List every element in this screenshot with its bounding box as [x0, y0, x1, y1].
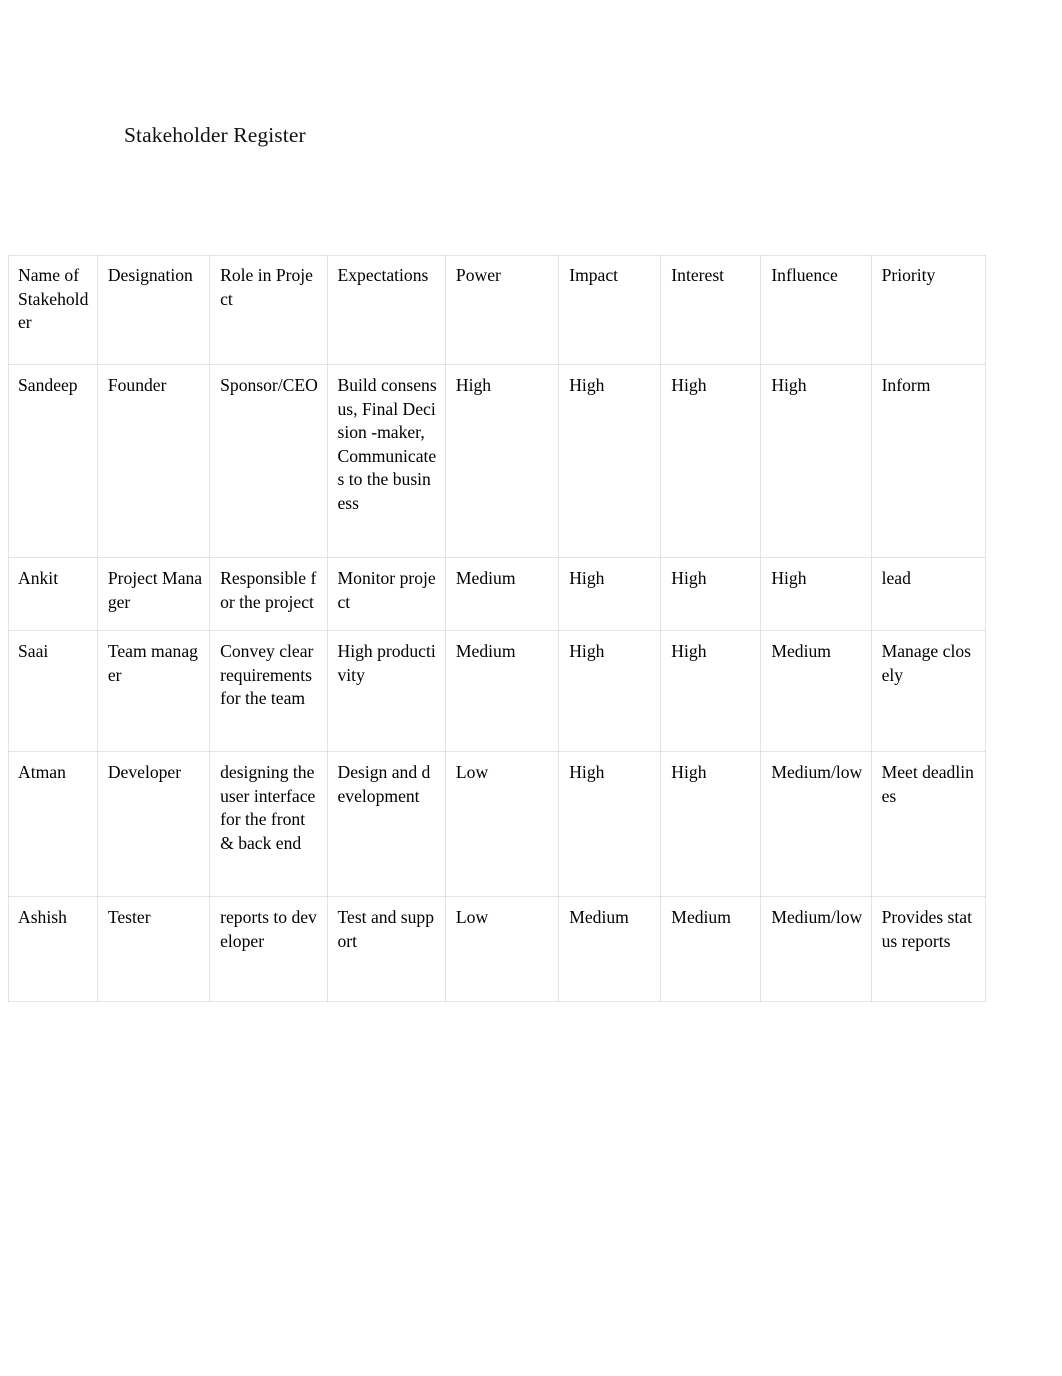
- document-page: Stakeholder Register Name of Stakeholder…: [0, 0, 1062, 1376]
- cell-priority: Manage closely: [871, 631, 986, 752]
- column-header-impact: Impact: [559, 255, 662, 365]
- table-row: Sandeep Founder Sponsor/CEO Build consen…: [8, 365, 986, 558]
- cell-name: Saai: [8, 631, 98, 752]
- cell-influence: Medium/low: [761, 752, 872, 897]
- cell-impact: High: [559, 365, 662, 558]
- cell-role: designing the user interface for the fro…: [210, 752, 328, 897]
- column-header-designation: Designation: [97, 255, 211, 365]
- cell-interest: High: [661, 558, 762, 631]
- cell-interest: High: [661, 752, 762, 897]
- column-header-power: Power: [445, 255, 560, 365]
- stakeholder-register-table-wrapper: Name of Stakeholder Designation Role in …: [8, 255, 986, 1002]
- column-header-role: Role in Project: [210, 255, 328, 365]
- cell-designation: Founder: [97, 365, 211, 558]
- table-row: Saai Team manager Convey clear requireme…: [8, 631, 986, 752]
- cell-impact: High: [559, 752, 662, 897]
- cell-interest: High: [661, 365, 762, 558]
- cell-power: Low: [445, 752, 560, 897]
- cell-role: Sponsor/CEO: [210, 365, 328, 558]
- column-header-interest: Interest: [661, 255, 762, 365]
- cell-power: Medium: [445, 631, 560, 752]
- cell-expectations: Test and support: [327, 897, 446, 1002]
- table-row: Ankit Project Manager Responsible for th…: [8, 558, 986, 631]
- page-title: Stakeholder Register: [124, 123, 306, 147]
- cell-influence: Medium: [761, 631, 872, 752]
- column-header-priority: Priority: [871, 255, 986, 365]
- table-row: Ashish Tester reports to developer Test …: [8, 897, 986, 1002]
- column-header-influence: Influence: [761, 255, 872, 365]
- cell-interest: High: [661, 631, 762, 752]
- cell-priority: Inform: [871, 365, 986, 558]
- cell-impact: High: [559, 558, 662, 631]
- table-header-row: Name of Stakeholder Designation Role in …: [8, 255, 986, 365]
- cell-name: Ashish: [8, 897, 98, 1002]
- cell-designation: Developer: [97, 752, 211, 897]
- cell-expectations: Monitor project: [327, 558, 446, 631]
- cell-priority: lead: [871, 558, 986, 631]
- cell-role: Convey clear requirements for the team: [210, 631, 328, 752]
- column-header-name: Name of Stakeholder: [8, 255, 98, 365]
- cell-interest: Medium: [661, 897, 762, 1002]
- cell-priority: Meet deadlines: [871, 752, 986, 897]
- cell-name: Atman: [8, 752, 98, 897]
- cell-expectations: Build consensus, Final Decision -maker, …: [327, 365, 446, 558]
- cell-influence: High: [761, 365, 872, 558]
- cell-impact: Medium: [559, 897, 662, 1002]
- cell-expectations: Design and development: [327, 752, 446, 897]
- cell-designation: Project Manager: [97, 558, 211, 631]
- cell-power: Low: [445, 897, 560, 1002]
- cell-power: Medium: [445, 558, 560, 631]
- cell-role: reports to developer: [210, 897, 328, 1002]
- cell-name: Sandeep: [8, 365, 98, 558]
- cell-role: Responsible for the project: [210, 558, 328, 631]
- stakeholder-register-table: Name of Stakeholder Designation Role in …: [8, 255, 986, 1002]
- cell-designation: Team manager: [97, 631, 211, 752]
- cell-expectations: High productivity: [327, 631, 446, 752]
- table-row: Atman Developer designing the user inter…: [8, 752, 986, 897]
- cell-power: High: [445, 365, 560, 558]
- cell-influence: Medium/low: [761, 897, 872, 1002]
- cell-influence: High: [761, 558, 872, 631]
- cell-name: Ankit: [8, 558, 98, 631]
- cell-impact: High: [559, 631, 662, 752]
- column-header-expectations: Expectations: [327, 255, 446, 365]
- cell-designation: Tester: [97, 897, 211, 1002]
- cell-priority: Provides status reports: [871, 897, 986, 1002]
